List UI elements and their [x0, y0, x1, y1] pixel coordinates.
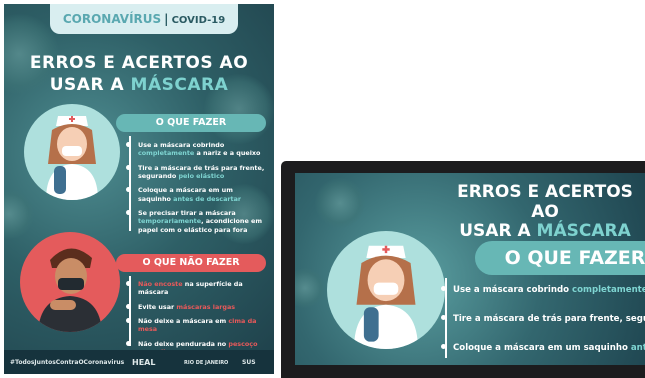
- list-item: Use a máscara cobrindo completamente a n: [441, 285, 645, 296]
- header-separator: |: [164, 12, 169, 26]
- list-item: Coloque a máscara em um saquinho antes d…: [126, 186, 268, 203]
- header-brand: CORONAVÍRUS: [62, 12, 162, 26]
- dont-heading: O QUE NÃO FAZER: [116, 254, 266, 272]
- monitor-nurse-illustration: [327, 231, 445, 349]
- footer-logo-rio: RIO DE JANEIRO: [184, 360, 229, 366]
- list-item: Tire a máscara de trás para frente, segu…: [441, 314, 645, 325]
- nurse-icon: [46, 116, 98, 200]
- poster-title-line1: ERROS E ACERTOS AO: [29, 53, 249, 73]
- monitor-title-line1: ERROS E ACERTOS AO: [457, 182, 633, 222]
- virus-decoration: [315, 178, 365, 228]
- do-heading: O QUE FAZER: [116, 114, 266, 132]
- title-prefix: USAR A: [49, 75, 131, 95]
- monitor-title-line2: USAR A MÁSCARA: [459, 221, 631, 242]
- nurse-icon: [354, 245, 418, 349]
- nurse-illustration: [24, 104, 120, 200]
- do-list: Use a máscara cobrindo completamente a n…: [126, 141, 268, 240]
- title-highlight: MÁSCARA: [130, 75, 229, 95]
- footer-hashtag: #TodosJuntosContraOCoronavirus: [10, 359, 125, 366]
- list-item: Não deixe a máscara em cima da mesa: [126, 317, 268, 334]
- footer-logo-sus: SUS: [242, 359, 256, 366]
- list-item: Se precisar tirar a máscara temporariame…: [126, 209, 268, 234]
- monitor-frame: ERROS E ACERTOS AO USAR A MÁSCARA O QUE …: [281, 161, 645, 378]
- poster-title-line2: USAR A MÁSCARA: [4, 75, 274, 95]
- monitor-do-heading: O QUE FAZER: [475, 241, 645, 275]
- campaign-poster: CORONAVÍRUS | COVID-19 ERROS E ACERTOS AO …: [4, 4, 274, 374]
- monitor-do-list: Use a máscara cobrindo completamente a n…: [441, 285, 645, 365]
- header-tag: COVID-19: [171, 15, 226, 26]
- poster-footer: #TodosJuntosContraOCoronavirus HEAL RIO …: [4, 350, 274, 374]
- virus-decoration: [295, 268, 325, 308]
- list-item: Tire a máscara de trás para frente, segu…: [126, 164, 268, 181]
- man-illustration: [20, 232, 120, 332]
- list-item: Use a máscara cobrindo completamente a n…: [126, 141, 268, 158]
- list-item: Evite usar máscaras largas: [126, 303, 268, 311]
- monitor-screen: ERROS E ACERTOS AO USAR A MÁSCARA O QUE …: [295, 173, 645, 365]
- monitor-title: ERROS E ACERTOS AO USAR A MÁSCARA: [445, 182, 645, 242]
- list-item: Não encoste na superfície da máscara: [126, 280, 268, 297]
- footer-logo-heal: HEAL: [132, 358, 156, 367]
- poster-header: CORONAVÍRUS | COVID-19: [50, 4, 238, 34]
- list-item: Coloque a máscara em um saquinho antes d: [441, 343, 645, 354]
- man-icon: [38, 248, 102, 332]
- virus-decoration: [4, 189, 34, 239]
